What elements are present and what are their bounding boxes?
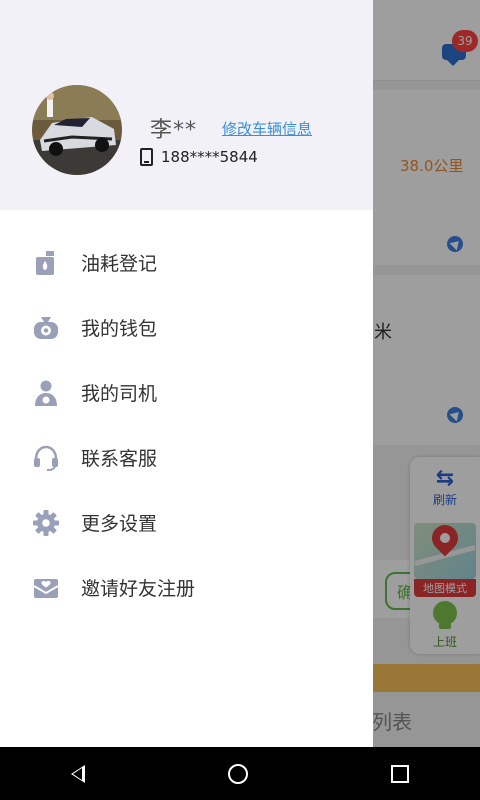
system-nav-bar bbox=[0, 747, 480, 800]
menu-item-label: 油耗登记 bbox=[81, 253, 158, 275]
home-icon[interactable] bbox=[227, 763, 248, 784]
fuel-icon bbox=[31, 248, 61, 278]
back-icon[interactable] bbox=[71, 764, 86, 783]
driver-icon bbox=[31, 378, 61, 408]
navigation-drawer: 李** 修改车辆信息 188****5844 油耗登记 我的钱包 我的司机 联系… bbox=[0, 0, 373, 747]
headset-icon bbox=[31, 443, 61, 473]
menu-item-label: 我的司机 bbox=[81, 383, 158, 405]
menu-item-settings[interactable]: 更多设置 bbox=[0, 490, 373, 555]
recent-apps-icon[interactable] bbox=[390, 764, 409, 783]
mail-icon bbox=[31, 573, 61, 603]
menu-item-label: 更多设置 bbox=[81, 513, 158, 535]
menu-item-wallet[interactable]: 我的钱包 bbox=[0, 295, 373, 360]
avatar[interactable] bbox=[32, 85, 122, 175]
phone-icon bbox=[140, 148, 153, 166]
menu-item-invite-friends[interactable]: 邀请好友注册 bbox=[0, 555, 373, 620]
menu-item-label: 联系客服 bbox=[81, 448, 158, 470]
drawer-menu: 油耗登记 我的钱包 我的司机 联系客服 更多设置 邀请好友注册 bbox=[0, 230, 373, 620]
phone-row: 188****5844 bbox=[140, 148, 258, 166]
menu-item-label: 我的钱包 bbox=[81, 318, 158, 340]
menu-item-fuel-log[interactable]: 油耗登记 bbox=[0, 230, 373, 295]
edit-vehicle-link[interactable]: 修改车辆信息 bbox=[222, 118, 312, 139]
menu-item-my-driver[interactable]: 我的司机 bbox=[0, 360, 373, 425]
wallet-icon bbox=[31, 313, 61, 343]
gear-icon bbox=[31, 508, 61, 538]
user-name: 李** bbox=[150, 118, 198, 143]
phone-number: 188****5844 bbox=[161, 148, 258, 166]
menu-item-customer-service[interactable]: 联系客服 bbox=[0, 425, 373, 490]
drawer-header: 李** 修改车辆信息 188****5844 bbox=[0, 0, 373, 210]
menu-item-label: 邀请好友注册 bbox=[81, 578, 196, 600]
